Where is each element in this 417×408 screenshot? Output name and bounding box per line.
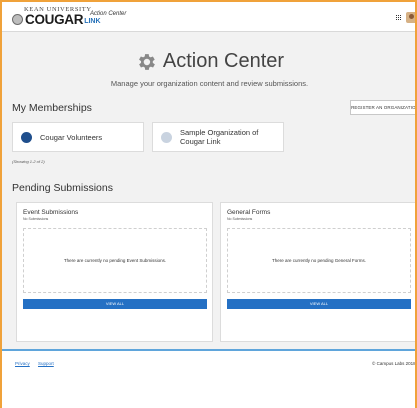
- org-card[interactable]: Cougar Volunteers: [12, 122, 144, 152]
- org-logo-icon: [21, 131, 32, 143]
- empty-state-message: There are currently no pending General F…: [271, 258, 367, 263]
- gear-icon: [138, 53, 155, 70]
- support-link[interactable]: Support: [38, 361, 54, 366]
- org-name: Sample Organization of Cougar Link: [180, 128, 259, 146]
- panel-title: General Forms: [227, 209, 271, 216]
- hero-section: Action Center Manage your organization c…: [2, 50, 415, 88]
- user-avatar[interactable]: [406, 12, 415, 23]
- footer: Privacy Support © Campus Labs 2018: [2, 351, 416, 408]
- org-logo-icon: [161, 131, 172, 143]
- privacy-link[interactable]: Privacy: [15, 361, 30, 366]
- university-seal-icon: [12, 13, 23, 25]
- empty-state-box: There are currently no pending General F…: [227, 228, 411, 293]
- cougarlink-logo[interactable]: COUGAR LINK: [12, 11, 101, 27]
- showing-count: (Showing 1-2 of 2): [12, 159, 45, 164]
- event-submissions-panel: Event Submissions No Submissions There a…: [16, 202, 213, 342]
- view-all-button[interactable]: VIEW ALL: [23, 299, 207, 309]
- top-header: KEAN UNIVERSITY COUGAR LINK Action Cente…: [2, 2, 415, 32]
- app-title: Action Center: [90, 11, 127, 17]
- panel-subtitle: No Submissions: [23, 217, 49, 221]
- memberships-heading: My Memberships: [12, 102, 92, 114]
- org-name: Cougar Volunteers: [40, 132, 103, 142]
- page-title: Action Center: [162, 50, 285, 72]
- empty-state-box: There are currently no pending Event Sub…: [23, 228, 207, 293]
- org-card[interactable]: Sample Organization of Cougar Link: [152, 122, 284, 152]
- empty-state-message: There are currently no pending Event Sub…: [63, 258, 167, 263]
- panel-title: Event Submissions: [23, 209, 79, 216]
- logo-main-text: COUGAR: [25, 11, 84, 27]
- view-all-button[interactable]: VIEW ALL: [227, 299, 411, 309]
- page-subtitle: Manage your organization content and rev…: [110, 79, 309, 88]
- panel-subtitle: No Submissions: [227, 217, 253, 221]
- main-content: Action Center Manage your organization c…: [2, 32, 415, 349]
- copyright-text: © Campus Labs 2018: [372, 361, 416, 366]
- pending-submissions-heading: Pending Submissions: [12, 182, 113, 194]
- logo-link-text: LINK: [84, 17, 101, 25]
- general-forms-panel: General Forms No Submissions There are c…: [220, 202, 415, 342]
- app-frame: KEAN UNIVERSITY COUGAR LINK Action Cente…: [0, 0, 417, 408]
- register-organization-button[interactable]: REGISTER AN ORGANIZATION: [350, 100, 415, 115]
- apps-grid-icon[interactable]: [396, 15, 401, 20]
